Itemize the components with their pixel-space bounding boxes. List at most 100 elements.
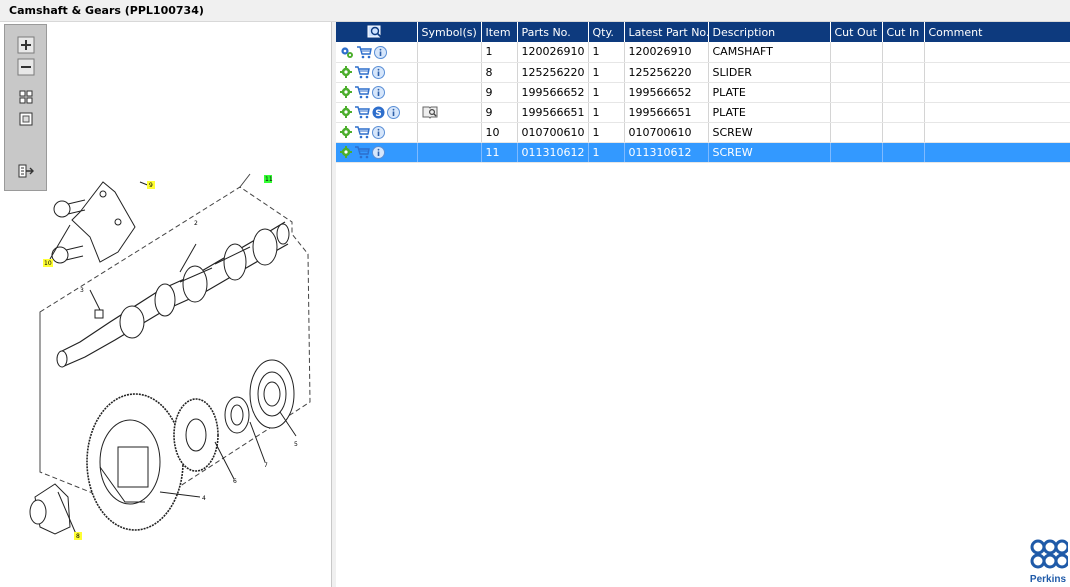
cell-qty: 1 — [588, 42, 625, 63]
gear-icon[interactable] — [340, 86, 352, 99]
row-symbols — [417, 82, 482, 103]
gear-icon[interactable] — [340, 66, 352, 79]
row-actions — [336, 142, 418, 163]
cell-cut-in — [882, 142, 925, 163]
zoom-out-icon[interactable] — [17, 58, 35, 76]
cell-cut-in — [882, 122, 925, 143]
cell-qty: 1 — [588, 62, 625, 83]
row-actions — [336, 62, 418, 83]
table-row[interactable]: 9 199566652 1 199566652 PLATE — [336, 82, 1070, 103]
cell-parts-no: 120026910 — [517, 42, 589, 63]
cell-comment — [924, 102, 1070, 123]
cell-comment — [924, 122, 1070, 143]
row-symbols — [417, 102, 482, 123]
cell-parts-no: 010700610 — [517, 122, 589, 143]
header-parts-no[interactable]: Parts No. — [517, 22, 589, 42]
cell-parts-no: 199566652 — [517, 82, 589, 103]
header-symbols[interactable]: Symbol(s) — [417, 22, 482, 42]
cell-item: 10 — [481, 122, 518, 143]
callout-4: 4 — [202, 495, 206, 502]
info-icon[interactable] — [372, 65, 385, 79]
info-icon[interactable] — [372, 85, 385, 99]
cell-item: 9 — [481, 102, 518, 123]
note-book-icon[interactable] — [422, 105, 438, 119]
info-icon[interactable] — [372, 145, 385, 159]
header-cut-out[interactable]: Cut Out — [830, 22, 883, 42]
parts-list-pane: Symbol(s) Item Parts No. Qty. Latest Par… — [336, 22, 1070, 587]
svg-text:Perkins: Perkins — [1030, 574, 1067, 585]
cell-cut-out — [830, 82, 883, 103]
cell-cut-in — [882, 42, 925, 63]
cell-description: SCREW — [708, 142, 831, 163]
cell-comment — [924, 62, 1070, 83]
cell-latest-part-no: 199566651 — [624, 102, 709, 123]
cell-parts-no: 011310612 — [517, 142, 589, 163]
table-row[interactable]: 10 010700610 1 010700610 SCREW — [336, 122, 1070, 143]
cart-icon[interactable] — [354, 146, 370, 159]
cell-qty: 1 — [588, 142, 625, 163]
table-row[interactable]: 1 120026910 1 120026910 CAMSHAFT — [336, 42, 1070, 63]
cart-icon[interactable] — [354, 86, 370, 99]
header-latest-part-no[interactable]: Latest Part No. — [624, 22, 709, 42]
row-actions — [336, 42, 418, 63]
gear-icon[interactable] — [340, 126, 352, 139]
cart-icon[interactable] — [354, 126, 370, 139]
zoom-in-icon[interactable] — [17, 36, 35, 54]
row-actions: S — [336, 102, 418, 123]
info-icon[interactable] — [387, 105, 400, 119]
header-item[interactable]: Item — [481, 22, 518, 42]
cell-parts-no: 199566651 — [517, 102, 589, 123]
header-cut-in[interactable]: Cut In — [882, 22, 925, 42]
row-symbols — [417, 122, 482, 143]
cell-latest-part-no: 125256220 — [624, 62, 709, 83]
cell-latest-part-no: 120026910 — [624, 42, 709, 63]
cell-cut-in — [882, 82, 925, 103]
header-view-column[interactable] — [336, 22, 418, 42]
gears-icon[interactable] — [340, 46, 354, 59]
row-actions — [336, 82, 418, 103]
header-comment[interactable]: Comment — [924, 22, 1070, 42]
magnify-view-icon[interactable] — [367, 25, 383, 39]
row-symbols — [417, 142, 482, 163]
row-symbols — [417, 42, 482, 63]
cell-cut-out — [830, 122, 883, 143]
cell-cut-out — [830, 42, 883, 63]
supersession-icon[interactable]: S — [372, 106, 385, 119]
callout-8: 8 — [76, 533, 80, 540]
callout-6: 6 — [233, 478, 237, 485]
cell-parts-no: 125256220 — [517, 62, 589, 83]
gear-icon[interactable] — [340, 106, 352, 119]
svg-text:S: S — [375, 109, 381, 119]
cell-item: 8 — [481, 62, 518, 83]
info-icon[interactable] — [372, 125, 385, 139]
fit-window-icon[interactable] — [17, 110, 35, 128]
cell-cut-out — [830, 142, 883, 163]
export-icon[interactable] — [17, 162, 35, 180]
exploded-diagram[interactable]: 9 10 11 8 2 3 4 5 6 7 — [0, 22, 332, 587]
cell-description: PLATE — [708, 82, 831, 103]
callout-2: 2 — [194, 220, 198, 227]
header-qty[interactable]: Qty. — [588, 22, 625, 42]
cart-icon[interactable] — [354, 106, 370, 119]
title-bar: Camshaft & Gears (PPL100734) — [0, 0, 1070, 22]
fit-all-icon[interactable] — [17, 88, 35, 106]
cell-item: 1 — [481, 42, 518, 63]
cart-icon[interactable] — [356, 45, 372, 59]
table-row[interactable]: S 9 199566651 1 199566651 PLATE — [336, 102, 1070, 123]
cell-latest-part-no: 010700610 — [624, 122, 709, 143]
info-icon[interactable] — [374, 45, 387, 59]
callout-9: 9 — [149, 182, 153, 189]
header-description[interactable]: Description — [708, 22, 831, 42]
cell-description: SCREW — [708, 122, 831, 143]
illustration-pane[interactable]: 9 10 11 8 2 3 4 5 6 7 — [0, 22, 332, 587]
cell-description: SLIDER — [708, 62, 831, 83]
callout-7: 7 — [264, 462, 268, 469]
cell-latest-part-no: 199566652 — [624, 82, 709, 103]
table-header-row: Symbol(s) Item Parts No. Qty. Latest Par… — [336, 22, 1070, 42]
cart-icon[interactable] — [354, 66, 370, 79]
table-row[interactable]: 11 011310612 1 011310612 SCREW — [336, 142, 1070, 163]
table-row[interactable]: 8 125256220 1 125256220 SLIDER — [336, 62, 1070, 83]
gear-icon[interactable] — [340, 146, 352, 159]
cell-description: CAMSHAFT — [708, 42, 831, 63]
callout-10: 10 — [44, 260, 52, 267]
